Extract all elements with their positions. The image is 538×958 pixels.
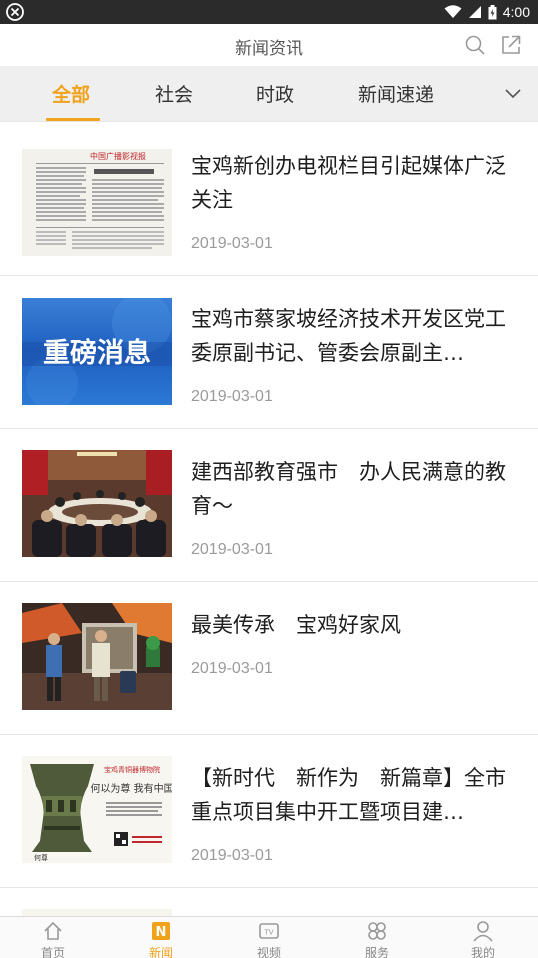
nav-services[interactable]: 服务 — [347, 917, 407, 958]
services-icon — [368, 922, 386, 940]
news-icon: N — [152, 922, 170, 940]
tab-politics[interactable]: 时政 — [256, 80, 294, 107]
status-time: 4:00 — [502, 4, 530, 20]
tv-icon: TV — [259, 923, 279, 939]
svg-text:N: N — [156, 925, 167, 940]
battery-icon — [488, 4, 497, 19]
news-title: 宝鸡市蔡家坡经济技术开发区党工委原副书记、管委会原副主… — [191, 307, 506, 365]
nav-home[interactable]: 首页 — [23, 917, 83, 958]
nav-news[interactable]: N 新闻 — [131, 917, 191, 958]
news-thumbnail — [22, 450, 172, 557]
share-icon[interactable] — [500, 34, 522, 56]
wifi-icon — [444, 5, 462, 18]
nav-label: 首页 — [40, 946, 65, 958]
news-title: 【新时代 新作为 新篇章】全市重点项目集中开工暨项目建… — [191, 766, 506, 824]
tab-all[interactable]: 全部 — [52, 80, 90, 107]
news-item[interactable]: 宝鸡青铜器博物院 何以为尊 我有中国 何尊 【新时代 新作为 新篇章】全市重点项… — [0, 735, 538, 888]
news-item[interactable]: 中国广播影视报 宝鸡新创办电视栏目引起媒体广泛关注 2019-03-01 — [0, 123, 538, 276]
chevron-down-icon[interactable] — [504, 86, 522, 100]
svg-text:TV: TV — [263, 929, 273, 937]
news-item[interactable]: 最美传承 宝鸡好家风 2019-03-01 — [0, 582, 538, 735]
svg-text:何以为尊 我有中国: 何以为尊 我有中国 — [90, 782, 172, 795]
news-item[interactable]: 重磅消息 宝鸡市蔡家坡经济技术开发区党工委原副书记、管委会原副主… 2019-0… — [0, 276, 538, 429]
news-thumbnail: 宝鸡青铜器博物院 何以为尊 我有中国 何尊 — [22, 756, 172, 863]
newspaper-page-image: 中国广播影视报 — [22, 149, 172, 256]
page-title: 新闻资讯 — [235, 39, 303, 59]
nav-label: 新闻 — [148, 946, 173, 958]
nav-profile[interactable]: 我的 — [453, 917, 513, 958]
svg-text:重磅消息: 重磅消息 — [43, 337, 151, 369]
news-date: 2019-03-01 — [191, 388, 273, 405]
bronze-vessel-poster-image: 宝鸡青铜器博物院 何以为尊 我有中国 何尊 — [22, 756, 172, 863]
header: 新闻资讯 — [0, 24, 538, 66]
svg-text:中国广播影视报: 中国广播影视报 — [90, 151, 146, 161]
news-title: 宝鸡新创办电视栏目引起媒体广泛关注 — [191, 154, 506, 212]
breaking-news-banner-image: 重磅消息 — [22, 298, 172, 405]
active-tab-indicator — [46, 118, 100, 121]
news-date: 2019-03-01 — [191, 660, 273, 677]
nav-label: 我的 — [470, 946, 495, 958]
category-tab-bar: 全部 社会 时政 新闻速递 — [0, 66, 538, 122]
news-item[interactable]: 建西部教育强市 办人民满意的教育～ 2019-03-01 — [0, 429, 538, 582]
tv-studio-stage-photo — [22, 603, 172, 710]
status-bar: 4:00 — [0, 0, 538, 24]
svg-text:何尊: 何尊 — [34, 853, 48, 862]
profile-icon — [473, 921, 493, 942]
nav-label: 服务 — [364, 946, 389, 958]
news-thumbnail — [22, 603, 172, 710]
tab-society[interactable]: 社会 — [155, 80, 193, 107]
signal-icon — [468, 6, 481, 18]
home-icon — [44, 921, 62, 940]
news-item-partial[interactable] — [0, 888, 538, 918]
news-date: 2019-03-01 — [191, 235, 273, 252]
conference-meeting-photo — [22, 450, 172, 557]
search-icon[interactable] — [464, 34, 486, 56]
tab-news-express[interactable]: 新闻速递 — [358, 80, 434, 107]
news-date: 2019-03-01 — [191, 541, 273, 558]
bottom-navigation: 首页 N 新闻 TV 视频 服务 我的 — [0, 916, 538, 958]
news-thumbnail: 中国广播影视报 — [22, 149, 172, 256]
nav-video[interactable]: TV 视频 — [239, 917, 299, 958]
news-title: 建西部教育强市 办人民满意的教育～ — [191, 460, 506, 518]
nav-label: 视频 — [256, 946, 281, 958]
news-thumbnail: 重磅消息 — [22, 298, 172, 405]
svg-text:宝鸡青铜器博物院: 宝鸡青铜器博物院 — [104, 765, 160, 774]
news-date: 2019-03-01 — [191, 847, 273, 864]
news-title: 最美传承 宝鸡好家风 — [191, 613, 401, 637]
app-notification-icon — [6, 3, 24, 21]
